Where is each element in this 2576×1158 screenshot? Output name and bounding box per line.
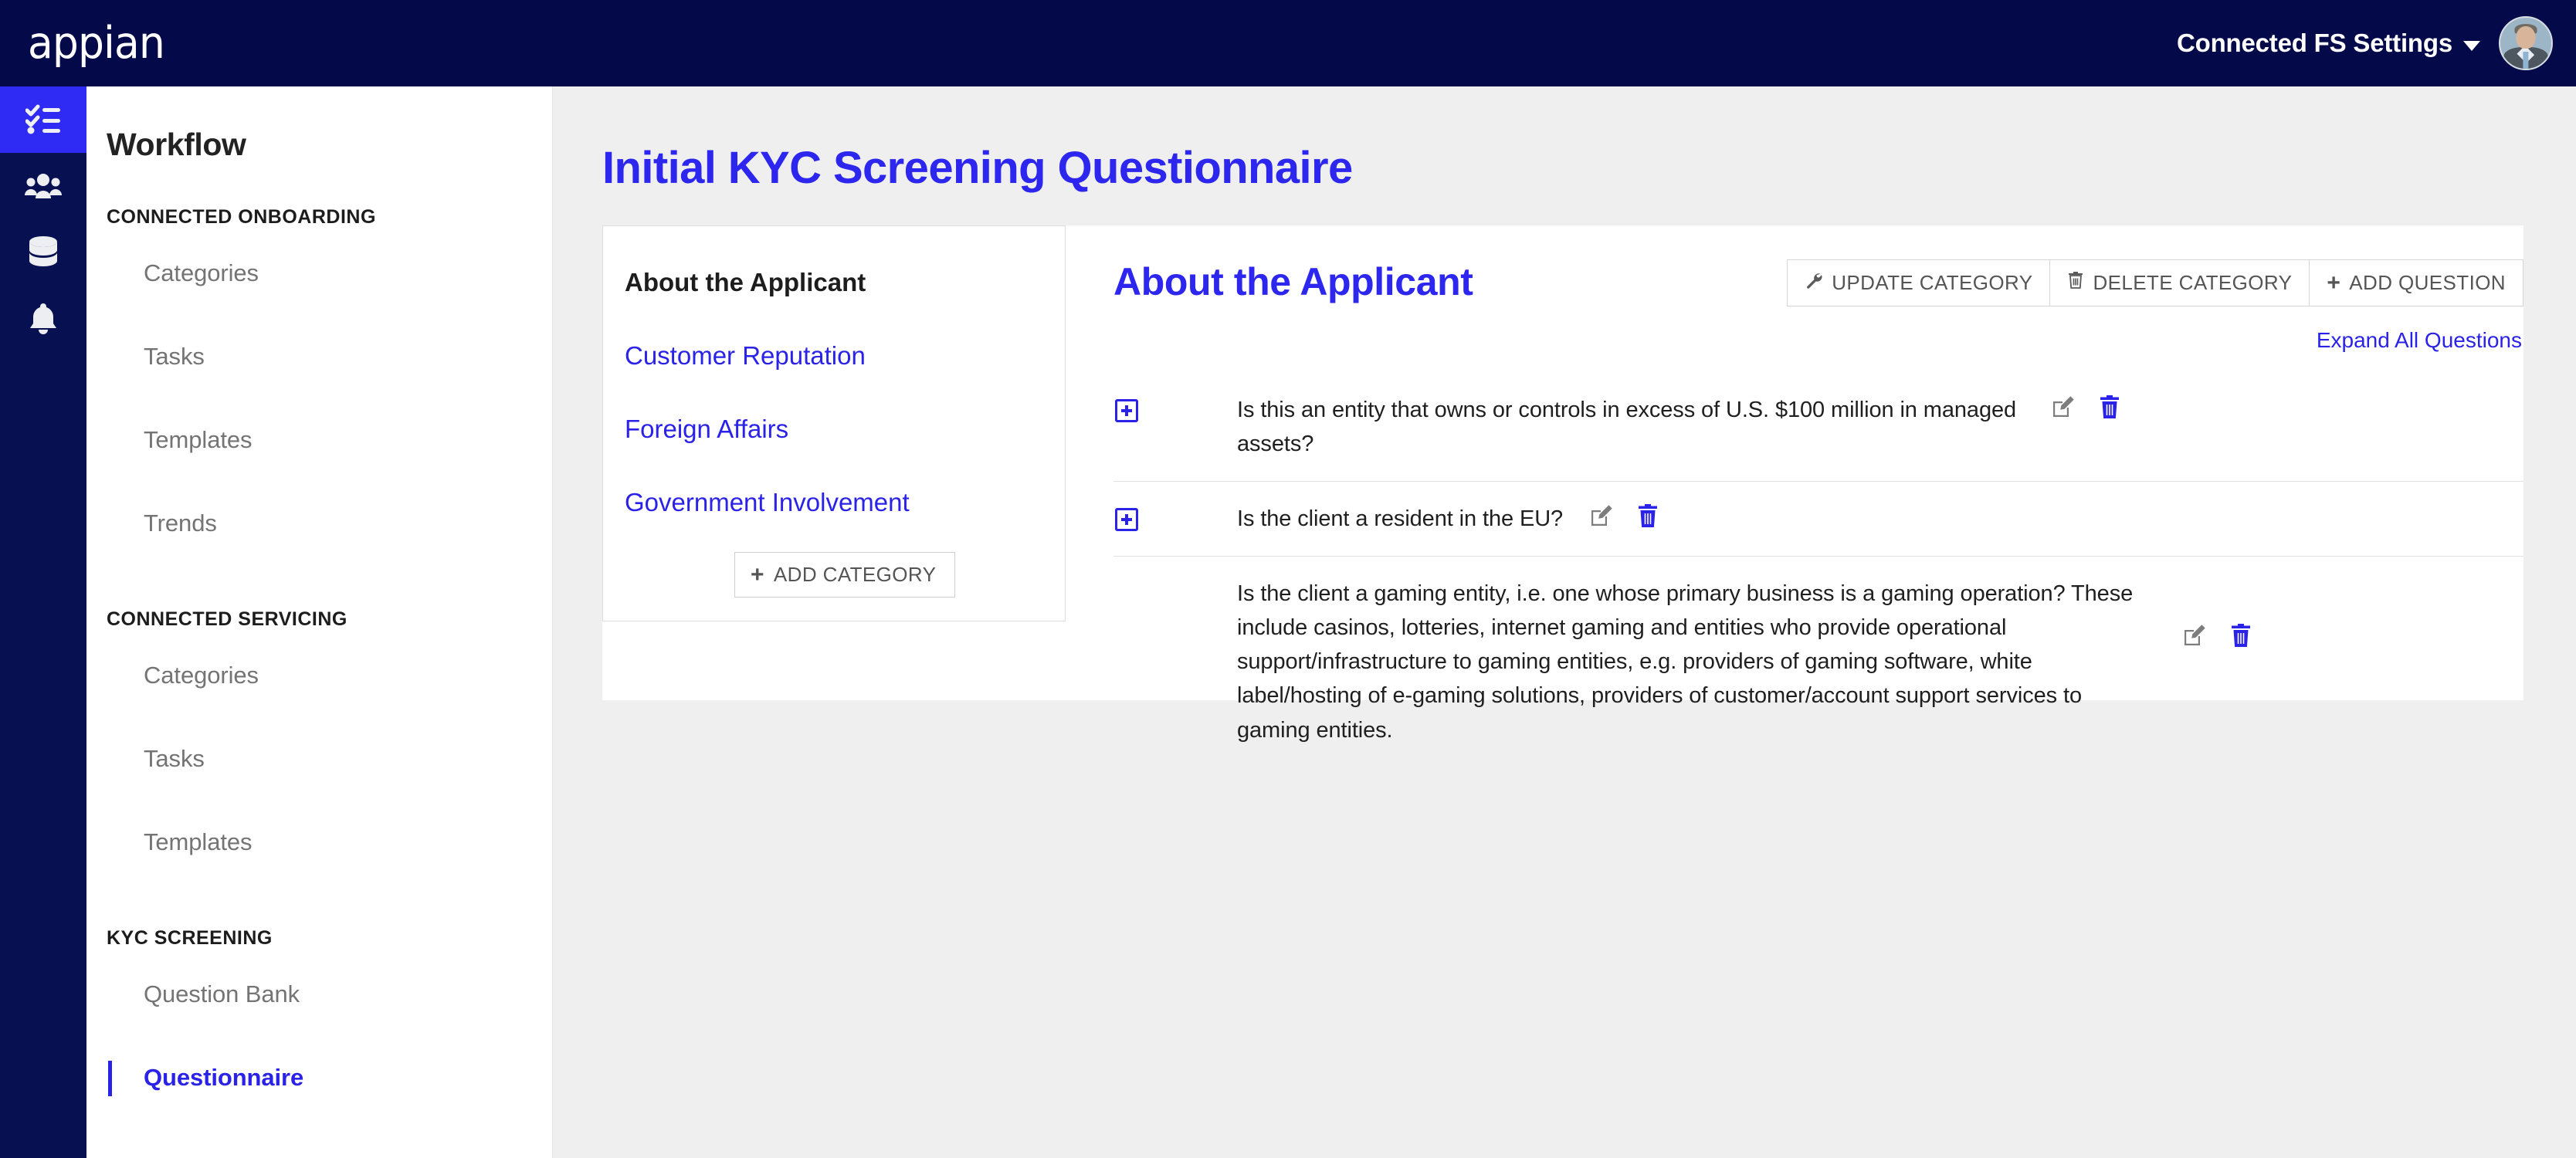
- checklist-icon: [25, 104, 61, 135]
- sidebar-item-onboarding-templates[interactable]: Templates: [86, 398, 552, 482]
- table-row: Is this an entity that owns or controls …: [1113, 370, 2523, 481]
- sidebar-group-connected-servicing: CONNECTED SERVICING: [107, 608, 347, 630]
- rail-item-checklist[interactable]: [0, 86, 86, 153]
- workflow-sidebar: Workflow CONNECTED ONBOARDING Categories…: [86, 86, 553, 1158]
- question-text: Is the client a resident in the EU?: [1237, 506, 1564, 532]
- category-item-government-involvement[interactable]: Government Involvement: [603, 488, 910, 517]
- sidebar-item-servicing-tasks[interactable]: Tasks: [86, 717, 552, 801]
- expand-cell: [1113, 393, 1237, 422]
- rail-item-database[interactable]: [0, 219, 86, 286]
- sidebar-item-onboarding-categories[interactable]: Categories: [86, 232, 552, 315]
- category-item-customer-reputation[interactable]: Customer Reputation: [603, 341, 866, 371]
- plus-square-icon[interactable]: [1115, 508, 1138, 532]
- sidebar-title: Workflow: [107, 127, 246, 162]
- rail-item-notifications[interactable]: [0, 286, 86, 352]
- main-content-area: Initial KYC Screening Questionnaire Abou…: [553, 86, 2576, 1158]
- top-header-bar: appian Connected FS Settings: [0, 0, 2576, 86]
- row-actions: [2051, 394, 2120, 423]
- chevron-down-icon: [2463, 40, 2480, 51]
- avatar-head-shape: [2516, 25, 2536, 49]
- trash-icon[interactable]: [2099, 394, 2120, 423]
- database-icon: [26, 235, 60, 269]
- appian-logo: appian: [28, 18, 165, 69]
- question-text: Is this an entity that owns or controls …: [1237, 398, 2017, 457]
- page-title: Initial KYC Screening Questionnaire: [602, 143, 1353, 193]
- add-category-label: ADD CATEGORY: [773, 563, 937, 586]
- add-question-button[interactable]: + ADD QUESTION: [2309, 259, 2523, 306]
- plus-icon: +: [2327, 269, 2341, 296]
- avatar-tie-shape: [2523, 51, 2529, 69]
- table-row: Is the client a resident in the EU?: [1113, 481, 2523, 556]
- sidebar-item-onboarding-tasks[interactable]: Tasks: [86, 315, 552, 398]
- category-item-foreign-affairs[interactable]: Foreign Affairs: [603, 415, 788, 444]
- plus-icon: +: [751, 561, 764, 587]
- sidebar-group-kyc-screening: KYC SCREENING: [107, 927, 273, 949]
- edit-pencil-icon[interactable]: [2182, 623, 2207, 652]
- category-action-buttons: UPDATE CATEGORY DELETE CATEGORY + ADD QU…: [1787, 259, 2523, 306]
- bell-icon: [28, 302, 59, 336]
- update-category-label: UPDATE CATEGORY: [1832, 271, 2033, 294]
- row-actions: [2182, 623, 2252, 652]
- update-category-button[interactable]: UPDATE CATEGORY: [1787, 259, 2051, 306]
- questions-heading: About the Applicant: [1113, 260, 1473, 303]
- edit-pencil-icon[interactable]: [2051, 394, 2076, 423]
- sidebar-item-question-bank[interactable]: Question Bank: [86, 953, 552, 1036]
- icon-rail: [0, 86, 86, 1158]
- questionnaire-card: About the Applicant Customer Reputation …: [602, 225, 2523, 743]
- delete-category-label: DELETE CATEGORY: [2093, 271, 2293, 294]
- delete-category-button[interactable]: DELETE CATEGORY: [2049, 259, 2310, 306]
- table-row: Is the client a gaming entity, i.e. one …: [1113, 556, 2523, 767]
- sidebar-group-connected-onboarding: CONNECTED ONBOARDING: [107, 206, 376, 228]
- sidebar-item-servicing-templates[interactable]: Templates: [86, 801, 552, 884]
- users-icon: [25, 172, 62, 200]
- add-category-button[interactable]: + ADD CATEGORY: [734, 552, 956, 598]
- add-question-label: ADD QUESTION: [2349, 271, 2506, 294]
- trash-icon[interactable]: [1637, 503, 1659, 532]
- sidebar-item-servicing-categories[interactable]: Categories: [86, 634, 552, 717]
- trash-icon[interactable]: [2230, 623, 2252, 652]
- header-right-group: Connected FS Settings: [2177, 16, 2553, 70]
- connected-fs-settings-menu[interactable]: Connected FS Settings: [2177, 29, 2480, 58]
- plus-square-icon[interactable]: [1115, 399, 1138, 422]
- questions-pane: About the Applicant UPDATE CATEGORY DELE…: [1113, 225, 2523, 767]
- settings-menu-label: Connected FS Settings: [2177, 29, 2452, 57]
- question-text: Is the client a gaming entity, i.e. one …: [1237, 581, 2134, 743]
- sidebar-item-questionnaire[interactable]: Questionnaire: [86, 1036, 552, 1119]
- row-actions: [1589, 503, 1659, 532]
- wrench-icon: [1805, 271, 1823, 295]
- rail-item-users[interactable]: [0, 153, 86, 219]
- sidebar-item-onboarding-trends[interactable]: Trends: [86, 482, 552, 565]
- expand-cell: [1113, 502, 1237, 532]
- edit-pencil-icon[interactable]: [1589, 503, 1614, 532]
- expand-all-questions-link[interactable]: Expand All Questions: [1113, 328, 2522, 353]
- category-list-panel: About the Applicant Customer Reputation …: [602, 225, 1066, 621]
- avatar[interactable]: [2499, 16, 2553, 70]
- questions-list: Is this an entity that owns or controls …: [1113, 370, 2523, 767]
- trash-icon: [2067, 271, 2084, 295]
- category-item-selected[interactable]: About the Applicant: [603, 226, 1065, 297]
- questions-header-row: About the Applicant UPDATE CATEGORY DELE…: [1113, 225, 2523, 306]
